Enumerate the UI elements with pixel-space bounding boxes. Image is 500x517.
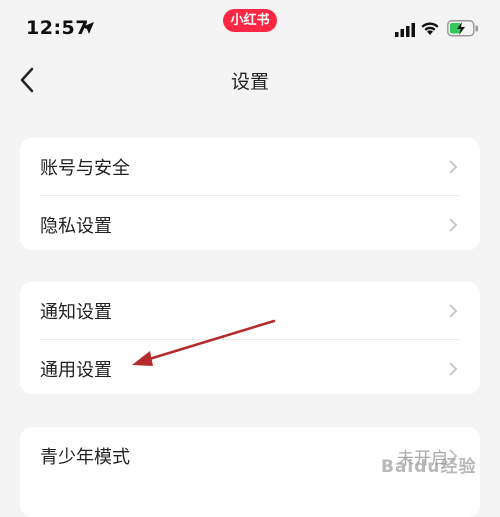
status-bar: 12:57 小红书 xyxy=(0,0,500,60)
settings-row-account-security[interactable]: 账号与安全 xyxy=(20,138,480,196)
cellular-signal-icon xyxy=(395,22,415,41)
app-badge: 小红书 xyxy=(223,9,277,32)
watermark: Baidu经验 xyxy=(381,457,477,477)
settings-group-notifications: 通知设置 通用设置 xyxy=(20,282,480,394)
chevron-right-icon xyxy=(448,361,458,381)
location-arrow-icon xyxy=(81,20,95,39)
settings-row-notifications[interactable]: 通知设置 xyxy=(20,282,480,340)
navigation-bar: 设置 xyxy=(0,60,500,100)
row-label: 青少年模式 xyxy=(40,447,130,468)
wifi-icon xyxy=(420,20,440,40)
status-time: 12:57 xyxy=(26,17,89,39)
row-label: 通用设置 xyxy=(40,360,112,381)
chevron-right-icon xyxy=(448,303,458,323)
settings-row-general[interactable]: 通用设置 xyxy=(20,340,480,398)
chevron-right-icon xyxy=(448,159,458,179)
chevron-right-icon xyxy=(448,217,458,237)
battery-charging-icon xyxy=(447,20,479,41)
row-label: 通知设置 xyxy=(40,302,112,323)
row-label: 账号与安全 xyxy=(40,158,130,179)
settings-group-account: 账号与安全 隐私设置 xyxy=(20,138,480,250)
page-title: 设置 xyxy=(230,71,269,93)
settings-row-privacy[interactable]: 隐私设置 xyxy=(20,196,480,254)
row-label: 隐私设置 xyxy=(40,216,112,237)
